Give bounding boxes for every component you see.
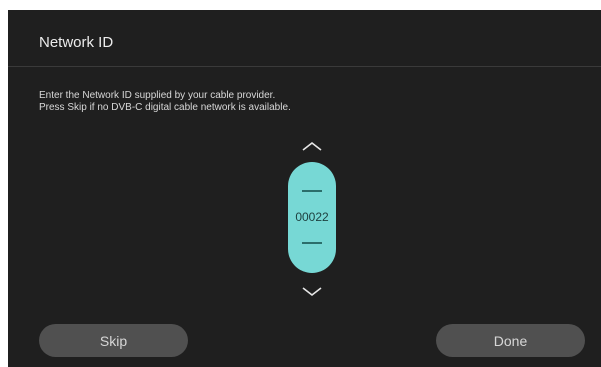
skip-button[interactable]: Skip: [39, 324, 188, 357]
picker-divider-top: [302, 190, 322, 192]
chevron-down-icon[interactable]: [295, 285, 329, 299]
instruction-line-2: Press Skip if no DVB-C digital cable net…: [39, 102, 291, 113]
network-id-value: 00022: [295, 210, 329, 224]
chevron-up-icon[interactable]: [295, 139, 329, 153]
dialog-title: Network ID: [39, 34, 114, 51]
network-id-picker[interactable]: 00022: [288, 162, 336, 273]
network-id-dialog: Network ID Enter the Network ID supplied…: [8, 10, 601, 367]
instruction-line-1: Enter the Network ID supplied by your ca…: [39, 90, 276, 101]
instructions: Enter the Network ID supplied by your ca…: [39, 90, 291, 114]
picker-divider-bottom: [302, 242, 322, 244]
done-button[interactable]: Done: [436, 324, 585, 357]
dialog-header: Network ID: [8, 10, 601, 67]
